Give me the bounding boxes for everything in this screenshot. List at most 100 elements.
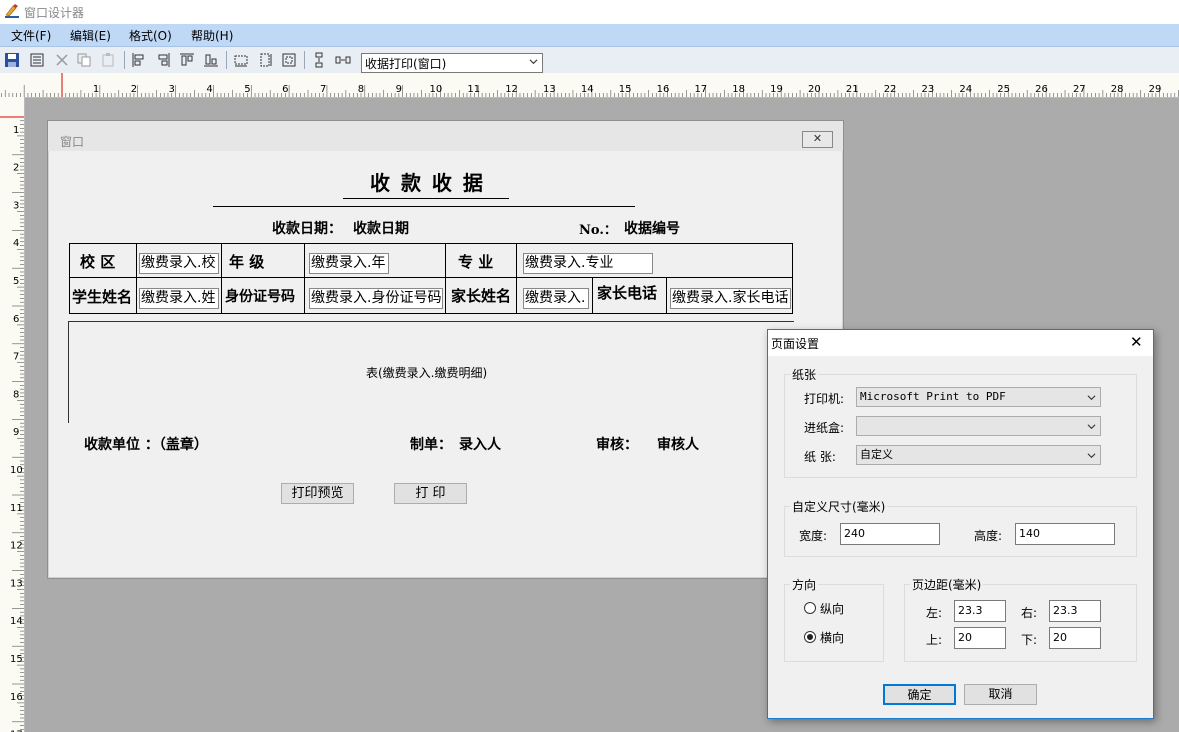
ruler-number: 11 xyxy=(467,84,480,95)
horizontal-spacing-icon[interactable] xyxy=(335,52,351,68)
ruler-number: 22 xyxy=(884,84,897,95)
cell-grade-label: 年 级 xyxy=(221,243,305,278)
id-number-field[interactable]: 缴费录入.身份证号码 xyxy=(309,288,443,309)
receipt-heading: 收 款 收 据 xyxy=(370,171,485,195)
bottom-margin-label: 下: xyxy=(1021,633,1038,647)
payee-unit-label: 收款单位 ：（盖章） xyxy=(84,437,208,453)
window-select-value: 收据打印(窗口) xyxy=(365,57,447,71)
ruler-number: 15 xyxy=(10,654,23,665)
form-title-bar: 窗口 ✕ xyxy=(48,121,843,151)
ruler-number: 2 xyxy=(131,84,137,95)
parent-name-field[interactable]: 缴费录入. xyxy=(523,288,589,309)
landscape-radio[interactable] xyxy=(804,631,816,643)
menu-file[interactable]: 文件(F) xyxy=(11,27,51,44)
ruler-number: 26 xyxy=(1035,84,1048,95)
heading-underline xyxy=(343,198,509,199)
portrait-label: 纵向 xyxy=(820,602,845,616)
major-field[interactable]: 缴费录入.专业 xyxy=(523,253,653,274)
id-number-label: 身份证号码 xyxy=(225,289,295,305)
grade-label: 年 级 xyxy=(229,253,265,271)
left-margin-input[interactable]: 23.3 xyxy=(954,600,1006,622)
cell-major-field: 缴费录入.专业 xyxy=(516,243,793,278)
paste-icon[interactable] xyxy=(100,52,116,68)
dialog-close-button[interactable]: ✕ xyxy=(1130,333,1143,351)
dialog-title-bar: 页面设置 ✕ xyxy=(768,330,1153,356)
printer-select[interactable]: Microsoft Print to PDF xyxy=(856,387,1101,407)
right-margin-label: 右: xyxy=(1021,606,1038,620)
receipt-no-value: 收据编号 xyxy=(624,221,680,237)
ruler-number: 10 xyxy=(10,465,23,476)
cut-icon[interactable] xyxy=(54,52,70,68)
copy-icon[interactable] xyxy=(76,52,92,68)
ruler-number: 23 xyxy=(922,84,935,95)
menu-help[interactable]: 帮助(H) xyxy=(191,27,233,44)
width-input[interactable]: 240 xyxy=(840,523,940,545)
ruler-number: 16 xyxy=(10,692,23,703)
ruler-number: 14 xyxy=(581,84,594,95)
auditor-value: 审核人 xyxy=(657,437,699,453)
cancel-button[interactable]: 取消 xyxy=(964,684,1037,705)
tray-label: 进纸盒: xyxy=(804,421,845,435)
tray-select[interactable] xyxy=(856,416,1101,436)
ok-button[interactable]: 确定 xyxy=(883,684,956,705)
parent-phone-field[interactable]: 缴费录入.家长电话 xyxy=(670,288,791,309)
fee-detail-table[interactable]: 表(缴费录入.缴费明细) xyxy=(68,321,794,423)
designed-form-window[interactable]: 窗口 ✕ 收 款 收 据 收款日期： 收款日期 No.： 收据编号 校 区 缴费… xyxy=(47,120,844,579)
ruler-number: 3 xyxy=(13,200,19,211)
chevron-down-icon xyxy=(1087,453,1096,459)
same-size-icon[interactable] xyxy=(281,52,297,68)
ruler-number: 12 xyxy=(10,541,23,552)
campus-field[interactable]: 缴费录入.校 xyxy=(139,253,219,274)
form-close-button[interactable]: ✕ xyxy=(802,131,833,148)
vertical-spacing-icon[interactable] xyxy=(311,52,327,68)
save-icon[interactable] xyxy=(4,52,20,68)
student-name-field[interactable]: 缴费录入.姓 xyxy=(139,288,219,309)
portrait-radio[interactable] xyxy=(804,602,816,614)
toolbar xyxy=(0,47,1179,74)
ruler-number: 29 xyxy=(1149,84,1162,95)
horizontal-ruler-ticks: 1 2 3 4 5 6 7 8 9 10 11 12 13 14 15 16 17 18 19 20 21 22 23 24 2… xyxy=(1,73,1179,97)
dialog-title: 页面设置 xyxy=(771,337,820,351)
paper-size-select[interactable]: 自定义 xyxy=(856,445,1101,465)
ruler-number: 9 xyxy=(13,427,19,438)
fee-detail-table-label: 表(缴费录入.缴费明细) xyxy=(366,366,488,380)
menu-format[interactable]: 格式(O) xyxy=(129,27,172,44)
top-margin-input[interactable]: 20 xyxy=(954,627,1006,649)
orientation-group-label: 方向 xyxy=(790,576,819,593)
top-margin-label: 上: xyxy=(926,633,943,647)
menu-edit[interactable]: 编辑(E) xyxy=(70,27,111,44)
ruler-number: 27 xyxy=(1073,84,1086,95)
ruler-number: 16 xyxy=(657,84,670,95)
cell-grade-field: 缴费录入.年 xyxy=(304,243,446,278)
same-height-icon[interactable] xyxy=(257,52,273,68)
grade-field[interactable]: 缴费录入.年 xyxy=(309,253,389,274)
chevron-down-icon xyxy=(1087,424,1096,430)
print-preview-button[interactable]: 打印预览 xyxy=(281,483,354,504)
bottom-margin-input[interactable]: 20 xyxy=(1049,627,1101,649)
toolbar-separator xyxy=(226,51,227,69)
window-select-dropdown[interactable]: 收据打印(窗口) xyxy=(361,53,543,73)
right-margin-input[interactable]: 23.3 xyxy=(1049,600,1101,622)
date-value: 收款日期 xyxy=(353,221,409,237)
page-setup-dialog[interactable]: 页面设置 ✕ 纸张 打印机: Microsoft Print to PDF 进纸… xyxy=(767,329,1154,719)
date-label: 收款日期： xyxy=(272,221,342,237)
parent-phone-label: 家长电话 xyxy=(597,284,658,302)
ruler-number: 2 xyxy=(13,163,19,174)
vertical-ruler-ticks: 1234567891011121314151617 xyxy=(0,116,24,732)
align-top-icon[interactable] xyxy=(179,52,195,68)
cell-id-field: 缴费录入.身份证号码 xyxy=(304,277,446,314)
chevron-down-icon xyxy=(529,59,538,65)
properties-icon[interactable] xyxy=(29,52,45,68)
align-right-icon[interactable] xyxy=(155,52,171,68)
custom-size-group-label: 自定义尺寸(毫米) xyxy=(790,498,888,515)
same-width-icon[interactable] xyxy=(233,52,249,68)
align-bottom-icon[interactable] xyxy=(203,52,219,68)
chevron-down-icon xyxy=(1087,395,1096,401)
print-button[interactable]: 打 印 xyxy=(394,483,467,504)
cell-campus-field: 缴费录入.校 xyxy=(136,243,222,278)
align-left-icon[interactable] xyxy=(131,52,147,68)
height-input[interactable]: 140 xyxy=(1015,523,1115,545)
ruler-number: 15 xyxy=(619,84,632,95)
form-title: 窗口 xyxy=(60,135,85,149)
paper-size-label: 纸 张: xyxy=(804,450,836,464)
